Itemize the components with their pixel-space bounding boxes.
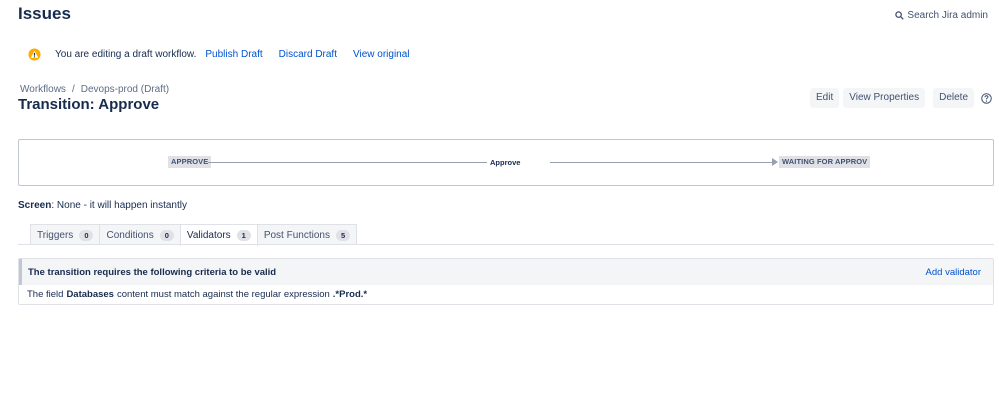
transition-tabs: Triggers 0 Conditions 0 Validators 1 Pos… — [30, 224, 358, 246]
validators-panel: The transition requires the following cr… — [18, 258, 994, 305]
transition-line-left — [208, 162, 487, 163]
rule-prefix: The field — [27, 288, 64, 300]
tab-count-badge: 0 — [159, 229, 174, 241]
add-validator-link[interactable]: Add validator — [926, 267, 981, 278]
page-title: Issues — [18, 4, 71, 23]
draft-banner: You are editing a draft workflow. Publis… — [28, 46, 426, 62]
tab-count-badge: 5 — [335, 229, 351, 241]
breadcrumb: Workflows / Devops-prod (Draft) — [20, 84, 169, 95]
rule-middle: content must match against the regular e… — [116, 288, 330, 300]
screen-label: Screen — [18, 200, 52, 211]
transition-diagram: APPROVE Approve WAITING FOR APPROV — [18, 139, 994, 186]
tab-label: Triggers — [37, 229, 74, 241]
tab-triggers[interactable]: Triggers 0 — [30, 224, 101, 245]
rule-regex: .*Prod.* — [332, 288, 368, 300]
search-jira-admin-link[interactable]: Search Jira admin — [895, 10, 988, 21]
criteria-heading: The transition requires the following cr… — [28, 266, 277, 278]
breadcrumb-workflows[interactable]: Workflows — [20, 84, 66, 95]
transition-title: Transition: Approve — [18, 96, 160, 113]
rule-field: Databases — [66, 288, 114, 300]
search-label: Search Jira admin — [907, 10, 988, 21]
screen-info: Screen: None - it will happen instantly — [18, 200, 187, 211]
screen-value: : None - it will happen instantly — [51, 200, 187, 211]
transition-actions: Edit View Properties Delete — [810, 88, 992, 108]
edit-button[interactable]: Edit — [810, 88, 840, 108]
transition-line-right — [550, 162, 774, 163]
discard-draft-link[interactable]: Discard Draft — [279, 49, 337, 60]
transition-label: Approve — [490, 158, 521, 167]
tab-count-badge: 0 — [79, 229, 94, 241]
breadcrumb-workflow-name[interactable]: Devops-prod (Draft) — [81, 84, 169, 95]
arrow-head-icon — [772, 158, 778, 166]
search-icon — [895, 11, 905, 20]
delete-button[interactable]: Delete — [933, 88, 974, 108]
from-status: APPROVE — [168, 156, 212, 168]
view-properties-button[interactable]: View Properties — [843, 88, 926, 108]
breadcrumb-separator: / — [71, 84, 75, 95]
view-original-link[interactable]: View original — [353, 49, 410, 60]
tab-label: Validators — [186, 230, 231, 241]
tab-label: Conditions — [106, 229, 154, 241]
tab-count-badge: 1 — [236, 230, 251, 241]
tab-post-functions[interactable]: Post Functions 5 — [256, 224, 358, 245]
tab-conditions[interactable]: Conditions 0 — [99, 224, 181, 245]
validator-rule: The field Databases content must match a… — [19, 285, 993, 303]
draft-message: You are editing a draft workflow. — [55, 48, 197, 60]
warning-icon — [28, 47, 41, 61]
to-status: WAITING FOR APPROV — [779, 156, 871, 168]
tabs-divider — [18, 244, 994, 245]
tab-validators[interactable]: Validators 1 — [179, 224, 258, 246]
help-icon[interactable] — [981, 92, 992, 104]
publish-draft-link[interactable]: Publish Draft — [205, 49, 262, 60]
validators-header: The transition requires the following cr… — [19, 259, 993, 285]
tab-label: Post Functions — [263, 229, 330, 241]
